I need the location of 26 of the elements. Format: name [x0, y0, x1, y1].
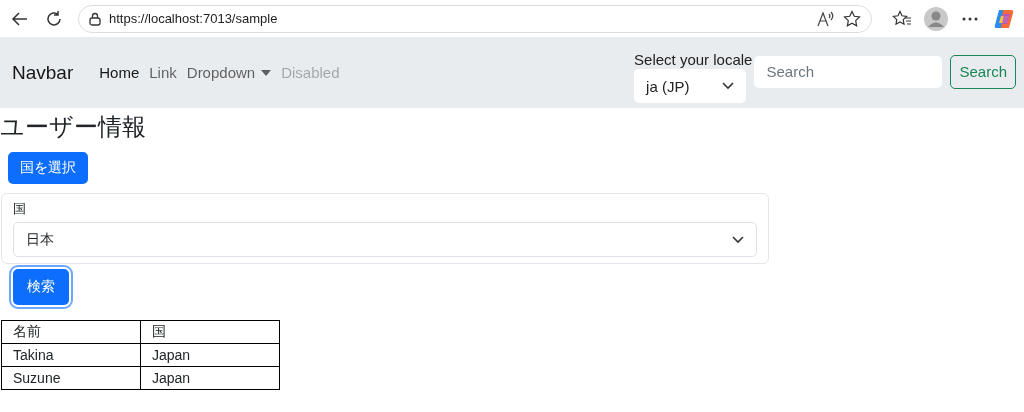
table-cell: Takina	[1, 343, 141, 367]
nav-link[interactable]: Home	[95, 56, 144, 89]
caret-down-icon	[261, 69, 272, 76]
star-icon[interactable]	[843, 9, 861, 28]
lock-icon	[89, 11, 101, 26]
read-aloud-icon[interactable]	[817, 10, 835, 27]
chevron-down-icon	[732, 235, 744, 244]
navbar-brand[interactable]: Navbar	[12, 61, 74, 84]
search-field[interactable]: Search	[754, 55, 943, 88]
locale-label: Select your locale	[634, 51, 753, 69]
dropdown-toggle[interactable]: Dropdown	[182, 56, 276, 89]
column-header: 名前	[1, 320, 141, 344]
search-button[interactable]: Search	[950, 54, 1016, 89]
profile-avatar[interactable]	[922, 4, 950, 33]
url-text: https://localhost:7013/sample	[109, 11, 279, 26]
table-cell: Japan	[140, 343, 280, 367]
page-title: ユーザー情報	[0, 112, 147, 141]
table-cell: Japan	[140, 366, 280, 390]
column-header: 国	[140, 320, 280, 344]
locale-select[interactable]: ja (JP)	[634, 69, 747, 103]
field-label: 国	[13, 200, 27, 218]
table-cell: Suzune	[1, 366, 141, 390]
select-country-button[interactable]: 国を選択	[8, 152, 88, 184]
nav-link[interactable]: Link	[145, 56, 181, 89]
country-select[interactable]: 日本	[13, 222, 757, 257]
chevron-down-icon	[722, 82, 735, 90]
